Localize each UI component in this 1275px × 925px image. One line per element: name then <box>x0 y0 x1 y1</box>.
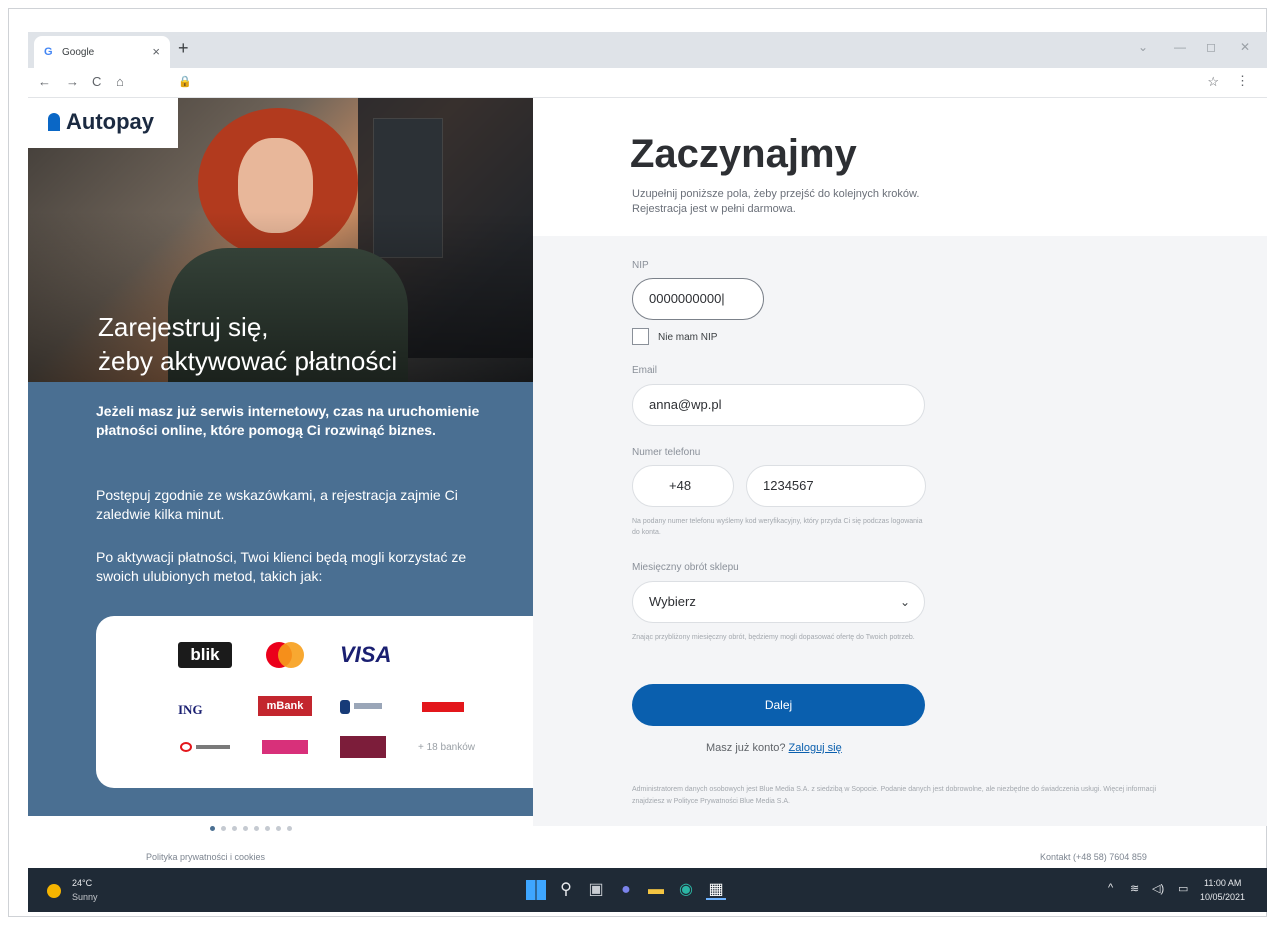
mbank-logo: mBank <box>258 696 312 716</box>
address-bar: ← → C ⌂ 🔒 ☆ ⋮ <box>28 68 1267 98</box>
pko-label <box>354 703 382 709</box>
close-window-button[interactable]: ✕ <box>1240 40 1250 54</box>
carousel-dot[interactable] <box>221 826 226 831</box>
weather-condition[interactable]: Sunny <box>72 892 98 902</box>
carousel-dot[interactable] <box>265 826 270 831</box>
lock-icon[interactable]: 🔒 <box>178 75 192 88</box>
pko-mark <box>340 700 350 714</box>
url-input[interactable]: 🔒 <box>168 72 1208 94</box>
bank-pekao-logo <box>180 742 230 752</box>
tab-title: Google <box>62 47 95 58</box>
search-icon[interactable]: ⚲ <box>556 880 576 900</box>
autopay-logo[interactable]: Autopay <box>28 98 178 148</box>
hero-title-line2: żeby aktywować płatności <box>98 346 398 376</box>
logo-text: Autopay <box>66 109 154 134</box>
turnover-hint: Znając przybliżony miesięczny obrót, będ… <box>632 634 915 641</box>
volume-icon[interactable]: ◁) <box>1152 882 1164 895</box>
login-prompt: Masz już konto? Zaloguj się <box>706 742 842 754</box>
login-link[interactable]: Zaloguj się <box>789 742 842 754</box>
reload-icon[interactable]: C <box>92 74 101 89</box>
chevron-down-icon: ⌄ <box>899 595 910 609</box>
ing-logo: ING <box>178 702 203 717</box>
privacy-link[interactable]: Polityka prywatności i cookies <box>146 852 265 862</box>
browser-tab[interactable]: G Google × <box>34 36 170 68</box>
nip-input[interactable]: 0000000000| <box>632 278 764 320</box>
mastercard-orange-circle <box>278 642 304 668</box>
email-input[interactable]: anna@wp.pl <box>632 384 925 426</box>
browser-menu-icon[interactable]: ⋮ <box>1236 73 1249 89</box>
minimize-button[interactable]: — <box>1174 40 1186 54</box>
carousel-dot[interactable] <box>243 826 248 831</box>
form-subtitle-line2: Rejestracja jest w pełni darmowa. <box>632 203 796 215</box>
nip-label: NIP <box>632 260 649 271</box>
hero-title: Zarejestruj się, żeby aktywować płatnośc… <box>98 310 518 378</box>
chat-icon[interactable]: ● <box>616 880 636 900</box>
store-icon[interactable]: ▦ <box>706 880 726 900</box>
info-paragraph-3: Po aktywacji płatności, Twoi klienci będ… <box>96 549 467 584</box>
visa-logo: VISA <box>340 642 392 667</box>
google-favicon-icon: G <box>44 46 53 58</box>
turnover-select[interactable]: Wybierz ⌄ <box>632 581 925 623</box>
alior-logo <box>340 736 386 758</box>
contact-info: Kontakt (+48 58) 7604 859 <box>1040 852 1147 862</box>
bookmark-star-icon[interactable]: ☆ <box>1207 74 1219 90</box>
new-tab-button[interactable]: + <box>178 38 189 59</box>
carousel-dot[interactable] <box>232 826 237 831</box>
no-nip-checkbox[interactable] <box>632 328 649 345</box>
windows-start-icon[interactable] <box>526 880 546 900</box>
no-nip-label[interactable]: Nie mam NIP <box>658 332 717 343</box>
home-icon[interactable]: ⌂ <box>116 74 124 89</box>
file-explorer-icon[interactable]: ▬ <box>646 880 666 900</box>
phone-hint: Na podany numer telefonu wyślemy kod wer… <box>632 518 923 536</box>
payment-methods-card: blik VISA ING mBank + 18 banków <box>96 616 560 788</box>
clock-date[interactable]: 10/05/2021 <box>1200 892 1245 902</box>
wifi-icon[interactable]: ≋ <box>1130 882 1139 895</box>
santander-logo <box>422 702 464 712</box>
carousel-dot[interactable] <box>210 826 215 831</box>
info-paragraph-2: Postępuj zgodnie ze wskazówkami, a rejes… <box>96 487 458 522</box>
edge-browser-icon[interactable]: ◉ <box>676 880 696 900</box>
next-button[interactable]: Dalej <box>632 684 925 726</box>
pekao-label <box>196 745 230 749</box>
phone-input[interactable]: 1234567 <box>746 465 926 507</box>
info-paragraph-1: Jeżeli masz już serwis internetowy, czas… <box>96 403 480 438</box>
turnover-selected-value: Wybierz <box>649 594 696 609</box>
forward-arrow-icon[interactable]: → <box>66 74 79 89</box>
weather-temperature[interactable]: 24°C <box>72 878 92 888</box>
pko-logo <box>340 700 382 714</box>
email-label: Email <box>632 365 658 376</box>
more-banks-label: + 18 banków <box>418 742 475 753</box>
tray-chevron-icon[interactable]: ^ <box>1108 882 1113 894</box>
turnover-label: Miesięczny obrót sklepu <box>632 562 739 573</box>
login-prompt-text: Masz już konto? <box>706 742 786 754</box>
admin-notice: Administratorem danych osobowych jest Bl… <box>632 786 1157 805</box>
carousel-dot[interactable] <box>254 826 259 831</box>
millennium-logo <box>262 740 308 754</box>
page-title: Zaczynajmy <box>630 132 857 176</box>
clock-time[interactable]: 11:00 AM <box>1204 878 1241 888</box>
phone-label: Numer telefonu <box>632 447 701 458</box>
maximize-button[interactable]: ◻ <box>1206 40 1216 54</box>
battery-icon[interactable]: ▭ <box>1178 882 1188 895</box>
pekao-mark <box>180 742 192 752</box>
hero-title-line1: Zarejestruj się, <box>98 312 269 342</box>
phone-prefix-input[interactable]: +48 <box>632 465 734 507</box>
autopay-logo-icon <box>48 113 60 131</box>
carousel-dot[interactable] <box>287 826 292 831</box>
close-tab-icon[interactable]: × <box>152 44 160 59</box>
back-arrow-icon[interactable]: ← <box>38 74 51 89</box>
tab-search-icon[interactable]: ⌄ <box>1138 40 1148 54</box>
mastercard-logo <box>266 642 304 668</box>
carousel-dot[interactable] <box>276 826 281 831</box>
task-view-icon[interactable]: ▣ <box>586 880 606 900</box>
browser-tab-bar: G Google × + ⌄ — ◻ ✕ <box>28 32 1267 68</box>
sun-icon[interactable] <box>47 884 61 898</box>
blik-logo: blik <box>178 642 232 668</box>
form-subtitle-line1: Uzupełnij poniższe pola, żeby przejść do… <box>632 188 920 200</box>
taskbar: 24°C Sunny ⚲ ▣ ● ▬ ◉ ▦ ^ ≋ ◁) ▭ 11:00 AM… <box>28 868 1267 912</box>
